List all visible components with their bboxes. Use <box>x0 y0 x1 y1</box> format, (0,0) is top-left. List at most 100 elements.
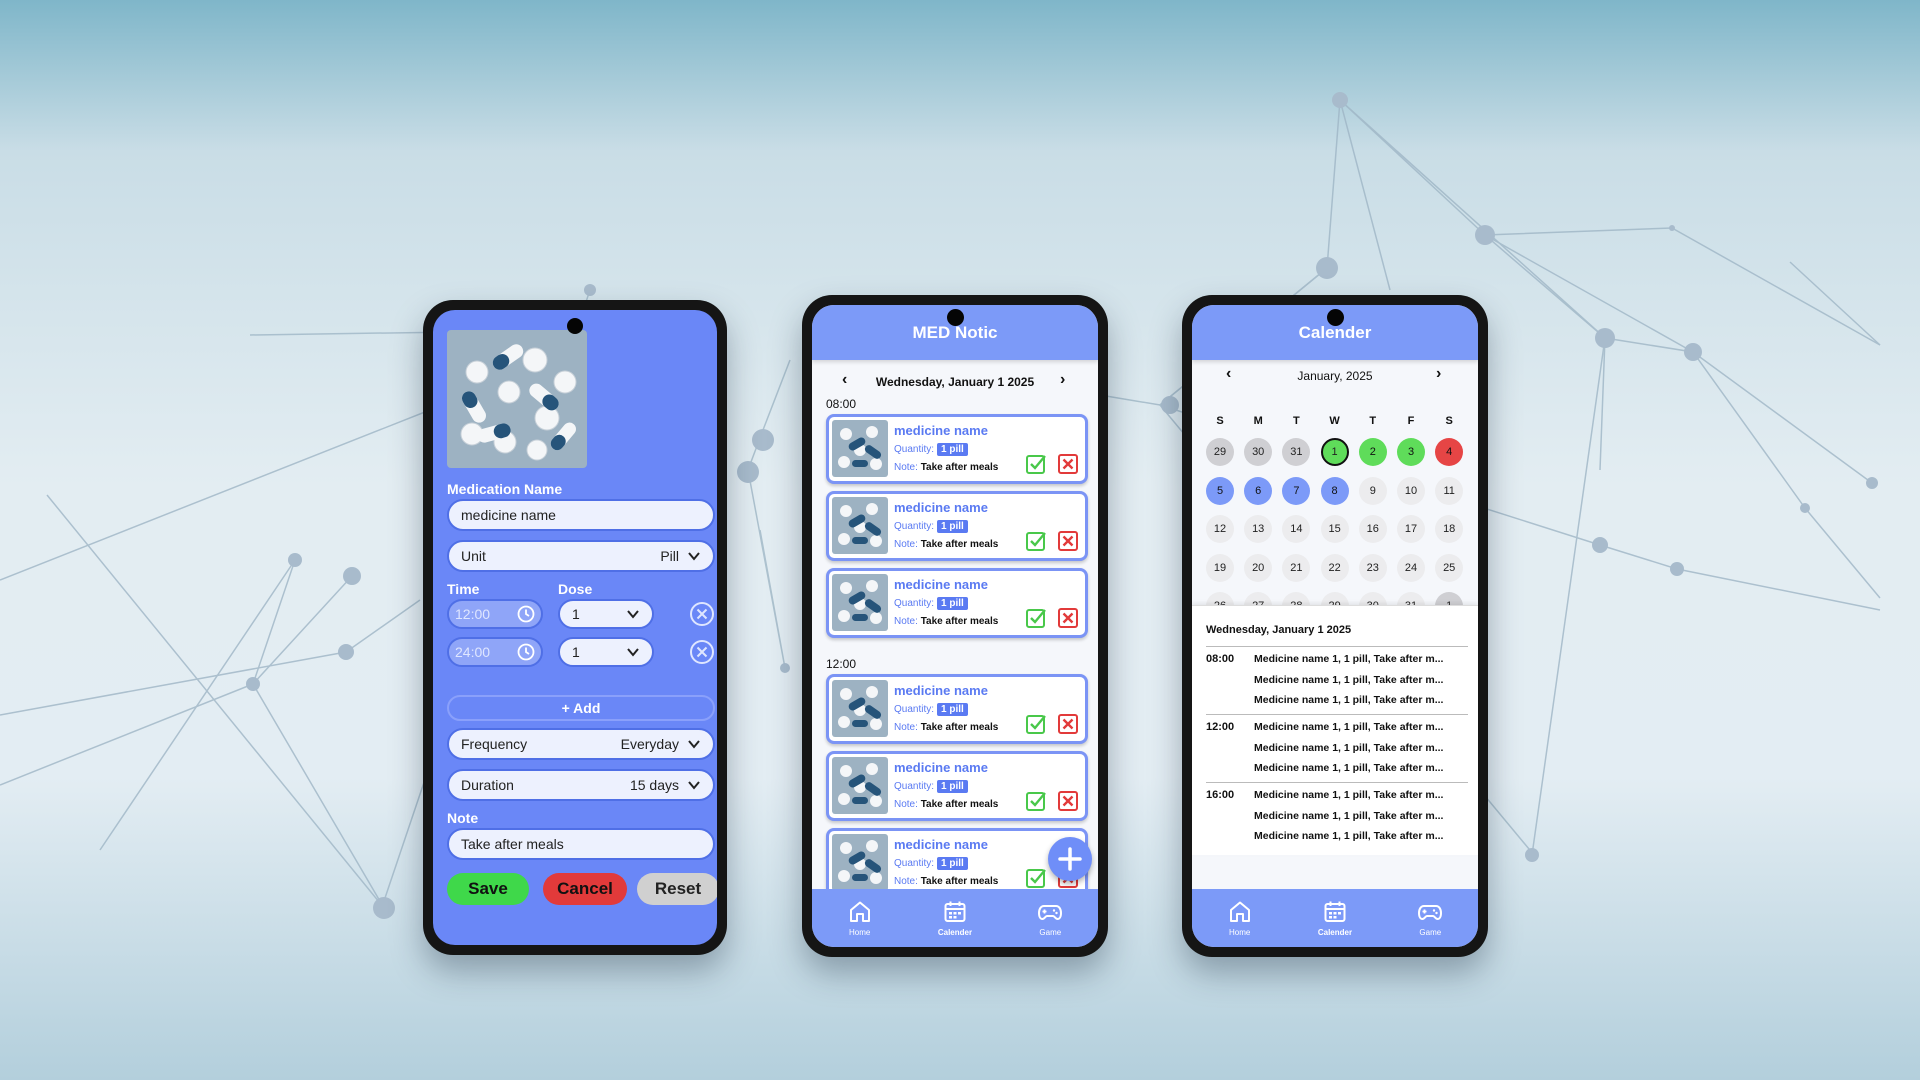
calendar-day[interactable]: 24 <box>1397 553 1425 582</box>
calendar-day[interactable]: 9 <box>1358 476 1387 505</box>
medication-card[interactable]: medicine name Quantity: 1 pill Note: Take… <box>826 414 1088 484</box>
time-value: 24:00 <box>455 644 491 660</box>
calendar-day[interactable]: 17 <box>1397 515 1425 543</box>
skip-x-icon[interactable] <box>1057 453 1079 475</box>
calendar-day[interactable]: 21 <box>1282 553 1311 582</box>
calendar-day[interactable]: 19 <box>1206 553 1234 582</box>
frequency-select[interactable]: Frequency Everyday <box>447 728 715 760</box>
next-day-icon[interactable]: › <box>1060 371 1065 389</box>
schedule-entry[interactable]: Medicine name 1, 1 pill, Take after m... <box>1254 674 1443 686</box>
reset-button[interactable]: Reset <box>637 873 717 905</box>
taken-check-icon[interactable] <box>1025 867 1047 889</box>
calendar-day[interactable]: 2 <box>1358 438 1387 466</box>
unit-label: Unit <box>461 548 486 564</box>
skip-x-icon[interactable] <box>1057 607 1079 629</box>
taken-check-icon[interactable] <box>1025 713 1047 735</box>
clock-icon <box>517 605 535 623</box>
calendar-day[interactable]: 14 <box>1282 515 1311 543</box>
calendar-day[interactable]: 25 <box>1435 553 1464 582</box>
note-input[interactable]: Take after meals <box>447 828 715 860</box>
next-month-icon[interactable]: › <box>1436 365 1441 383</box>
taken-check-icon[interactable] <box>1025 530 1047 552</box>
duration-label: Duration <box>461 777 514 793</box>
schedule-entry[interactable]: Medicine name 1, 1 pill, Take after m... <box>1254 694 1443 706</box>
medication-card[interactable]: medicine name Quantity: 1 pill Note: Take… <box>826 674 1088 744</box>
skip-x-icon[interactable] <box>1057 713 1079 735</box>
duration-select[interactable]: Duration 15 days <box>447 769 715 801</box>
taken-check-icon[interactable] <box>1025 607 1047 629</box>
calendar-day[interactable]: 23 <box>1358 553 1387 582</box>
schedule-entry[interactable]: Medicine name 1, 1 pill, Take after m... <box>1254 830 1443 842</box>
medication-photo[interactable] <box>447 330 587 468</box>
calendar-day[interactable]: 4 <box>1435 438 1464 466</box>
calendar-day[interactable]: 1 <box>1320 438 1349 466</box>
bottom-nav: Home Calender Game <box>1192 889 1478 947</box>
calendar-day[interactable]: 22 <box>1320 553 1349 582</box>
schedule-entry[interactable]: Medicine name 1, 1 pill, Take after m... <box>1254 810 1443 822</box>
add-medication-button[interactable] <box>1048 837 1092 881</box>
nav-home[interactable]: Home <box>825 899 895 937</box>
calendar-day[interactable]: 18 <box>1435 515 1464 543</box>
calendar-day[interactable]: 15 <box>1320 515 1349 543</box>
dose-label: Dose <box>558 581 593 597</box>
skip-x-icon[interactable] <box>1057 530 1079 552</box>
calendar-day[interactable]: 11 <box>1435 476 1464 505</box>
time-group-header: 12:00 <box>826 657 857 671</box>
medication-name-input[interactable]: medicine name <box>447 499 715 531</box>
calendar-screen: Calender January, 2025 ‹ › S M T W T F S 29 30 31… <box>1192 305 1478 947</box>
schedule-entry[interactable]: Medicine name 1, 1 pill, Take after m... <box>1254 742 1443 754</box>
calendar-day[interactable]: 20 <box>1244 553 1273 582</box>
medication-card[interactable]: medicine name Quantity: 1 pill Note: Take… <box>826 491 1088 561</box>
remove-row-icon[interactable] <box>689 639 715 665</box>
schedule-entry[interactable]: Medicine name 1, 1 pill, Take after m... <box>1254 789 1443 801</box>
calendar-day[interactable]: 12 <box>1206 515 1234 543</box>
weekday-header: T <box>1369 415 1377 427</box>
note-text: Take after meals <box>920 876 999 887</box>
skip-x-icon[interactable] <box>1057 790 1079 812</box>
unit-select[interactable]: Unit Pill <box>447 540 715 572</box>
taken-check-icon[interactable] <box>1025 453 1047 475</box>
nav-calendar[interactable]: Calender <box>1300 899 1370 937</box>
calendar-day[interactable]: 5 <box>1206 476 1234 505</box>
calendar-day[interactable]: 6 <box>1244 476 1273 505</box>
calendar-day[interactable]: 7 <box>1282 476 1311 505</box>
prev-month-icon[interactable]: ‹ <box>1226 365 1231 383</box>
note-text: Take after meals <box>920 616 999 627</box>
schedule-entry[interactable]: Medicine name 1, 1 pill, Take after m... <box>1254 653 1443 665</box>
taken-check-icon[interactable] <box>1025 790 1047 812</box>
calendar-day[interactable]: 13 <box>1244 515 1273 543</box>
nav-calendar[interactable]: Calender <box>920 899 990 937</box>
medication-name: medicine name <box>894 760 988 775</box>
nav-calendar-label: Calender <box>937 928 973 937</box>
quantity-badge: 1 pill <box>937 703 968 716</box>
day-schedule-panel: Wednesday, January 1 2025 08:00 Medicine … <box>1192 605 1478 855</box>
nav-home[interactable]: Home <box>1205 899 1275 937</box>
remove-row-icon[interactable] <box>689 601 715 627</box>
calendar-day[interactable]: 30 <box>1244 438 1273 466</box>
calendar-day[interactable]: 16 <box>1358 515 1387 543</box>
schedule-entry[interactable]: Medicine name 1, 1 pill, Take after m... <box>1254 762 1443 774</box>
calendar-day[interactable]: 3 <box>1397 438 1425 466</box>
calendar-day[interactable]: 8 <box>1320 476 1349 505</box>
nav-game[interactable]: Game <box>1015 899 1085 937</box>
time-input-2[interactable]: 24:00 <box>447 637 543 667</box>
medication-card[interactable]: medicine name Quantity: 1 pill Note: Take… <box>826 751 1088 821</box>
calendar-day[interactable]: 10 <box>1397 476 1425 505</box>
medication-card[interactable]: medicine name Quantity: 1 pill Note: Take… <box>826 568 1088 638</box>
nav-game-label: Game <box>1419 928 1442 937</box>
prev-day-icon[interactable]: ‹ <box>842 371 847 389</box>
add-time-button[interactable]: + Add <box>447 695 715 721</box>
time-input-1[interactable]: 12:00 <box>447 599 543 629</box>
save-button[interactable]: Save <box>447 873 529 905</box>
calendar-day[interactable]: 31 <box>1282 438 1311 466</box>
cancel-button[interactable]: Cancel <box>543 873 627 905</box>
schedule-entry[interactable]: Medicine name 1, 1 pill, Take after m... <box>1254 721 1443 733</box>
nav-game[interactable]: Game <box>1395 899 1465 937</box>
dose-value: 1 <box>572 606 580 622</box>
note-line: Note: Take after meals <box>894 462 998 473</box>
note-label: Note: <box>894 722 918 733</box>
dose-select-1[interactable]: 1 <box>558 599 654 629</box>
calendar-day[interactable]: 29 <box>1206 438 1234 466</box>
dose-select-2[interactable]: 1 <box>558 637 654 667</box>
note-text: Take after meals <box>920 462 999 473</box>
